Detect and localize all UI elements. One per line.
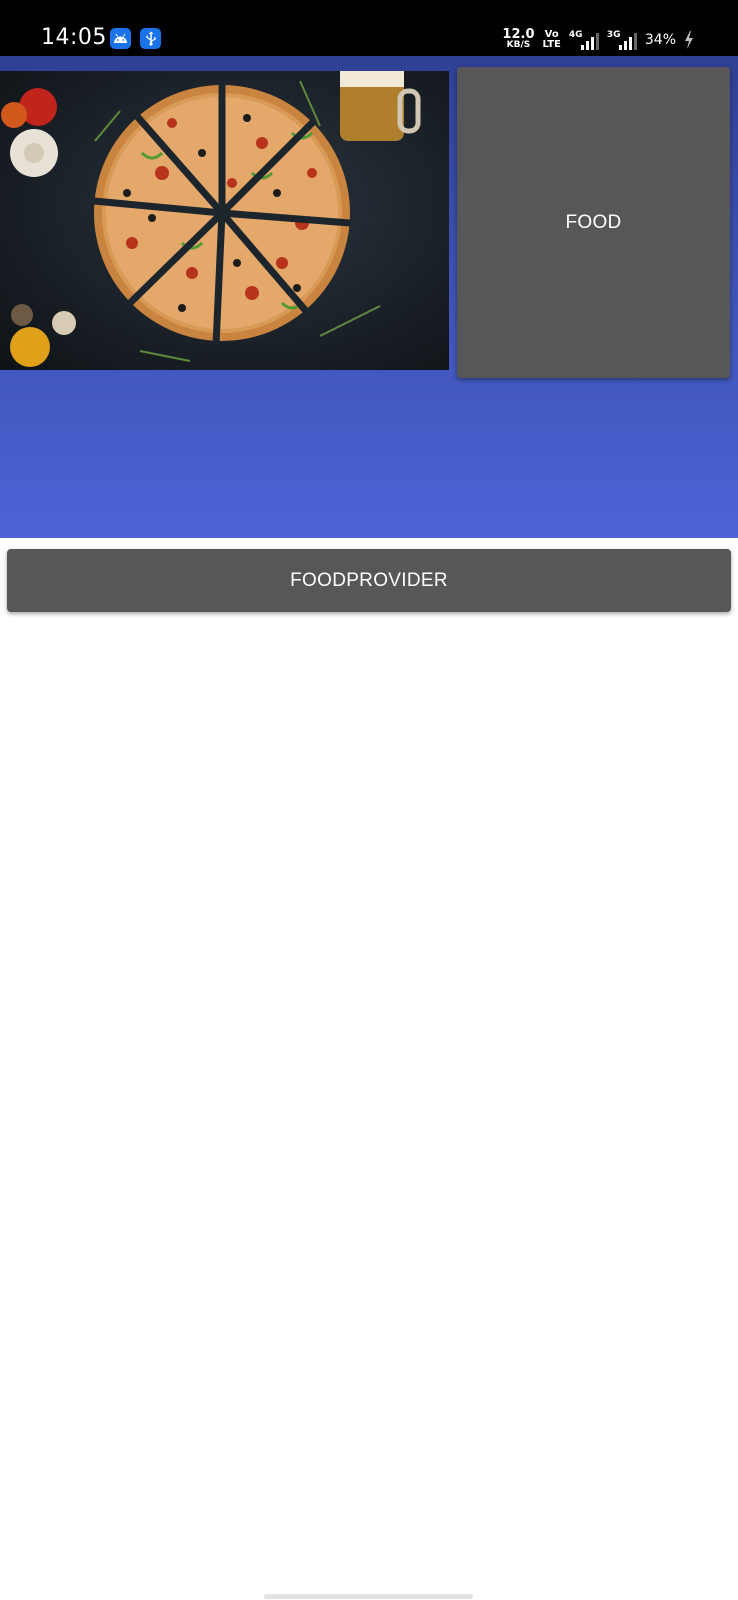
- volte-bottom: LTE: [542, 39, 561, 50]
- charging-bolt-icon: [685, 31, 693, 49]
- status-bar: 14:05 12.0 KB/S Vo LTE 4G 3G 34%: [0, 0, 738, 56]
- signal-4g-label: 4G: [568, 30, 583, 40]
- signal-3g-icon: 3G: [607, 30, 637, 50]
- usb-icon: [140, 28, 161, 49]
- clock: 14:05: [41, 25, 107, 50]
- foodprovider-button[interactable]: FOODPROVIDER: [7, 549, 731, 612]
- status-indicators: 12.0 KB/S Vo LTE 4G 3G 34%: [502, 25, 694, 55]
- pizza-photo: [0, 71, 449, 370]
- volte-indicator: Vo LTE: [543, 30, 561, 50]
- home-indicator[interactable]: [264, 1594, 473, 1599]
- network-speed-unit: KB/S: [506, 40, 531, 50]
- hero-section: FOOD: [0, 56, 738, 538]
- signal-3g-label: 3G: [606, 30, 621, 40]
- signal-4g-icon: 4G: [569, 30, 599, 50]
- network-speed-value: 12.0: [502, 27, 535, 42]
- battery-percent: 34%: [644, 32, 676, 48]
- android-icon: [110, 28, 131, 49]
- food-card[interactable]: FOOD: [457, 67, 730, 378]
- network-speed: 12.0 KB/S: [502, 27, 535, 51]
